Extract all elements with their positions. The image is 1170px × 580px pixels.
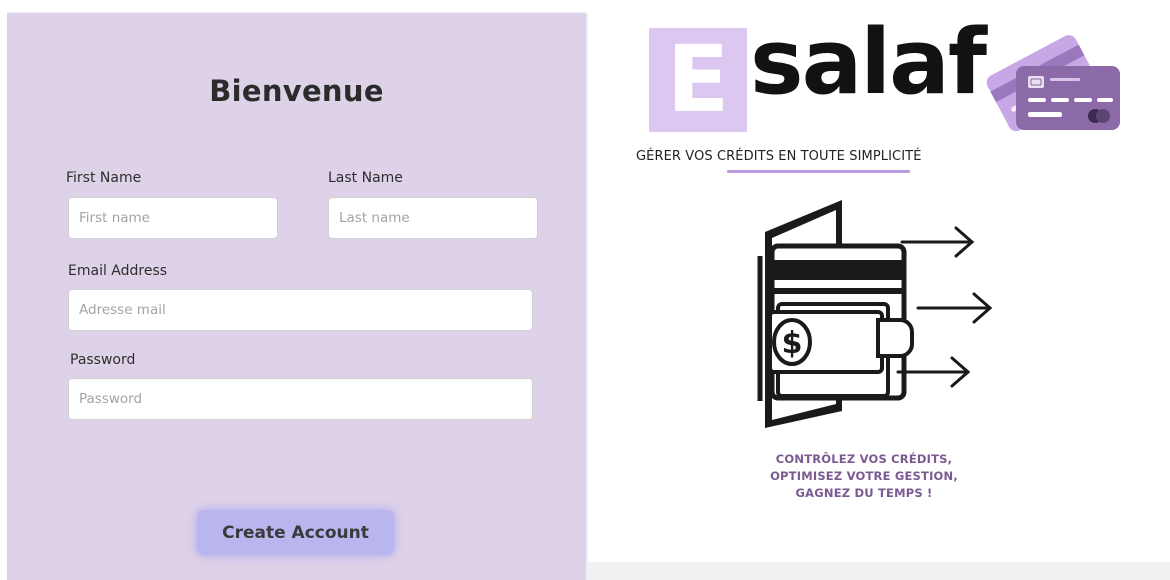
slogan-line-1: CONTRÔLEZ VOS CRÉDITS, [775, 452, 953, 466]
password-input[interactable] [68, 378, 533, 420]
email-input[interactable] [68, 289, 533, 331]
signup-panel: Bienvenue First Name Last Name Email Add… [7, 13, 586, 580]
tagline-underline [727, 170, 910, 173]
svg-text:$: $ [782, 326, 803, 361]
footer-band [586, 562, 1170, 580]
first-name-input[interactable] [68, 197, 278, 239]
wallet-money-icon: $ [757, 200, 993, 428]
first-name-label: First Name [66, 170, 142, 186]
slogan: CONTRÔLEZ VOS CRÉDITS, OPTIMISEZ VOTRE G… [740, 451, 988, 502]
logo-wordmark: salaf [750, 10, 987, 115]
credit-card-icon [986, 35, 1120, 132]
slogan-line-3: GAGNEZ DU TEMPS ! [795, 486, 933, 500]
logo-letter-block: E [649, 28, 747, 132]
tagline: GÉRER VOS CRÉDITS EN TOUTE SIMPLICITÉ [636, 149, 922, 164]
last-name-input[interactable] [328, 197, 538, 239]
form-title: Bienvenue [209, 74, 384, 108]
create-account-button[interactable]: Create Account [197, 510, 394, 555]
password-label: Password [70, 352, 136, 368]
email-label: Email Address [68, 263, 168, 279]
slogan-line-2: OPTIMISEZ VOTRE GESTION, [770, 469, 958, 483]
last-name-label: Last Name [328, 170, 403, 186]
page-edge [0, 0, 7, 580]
